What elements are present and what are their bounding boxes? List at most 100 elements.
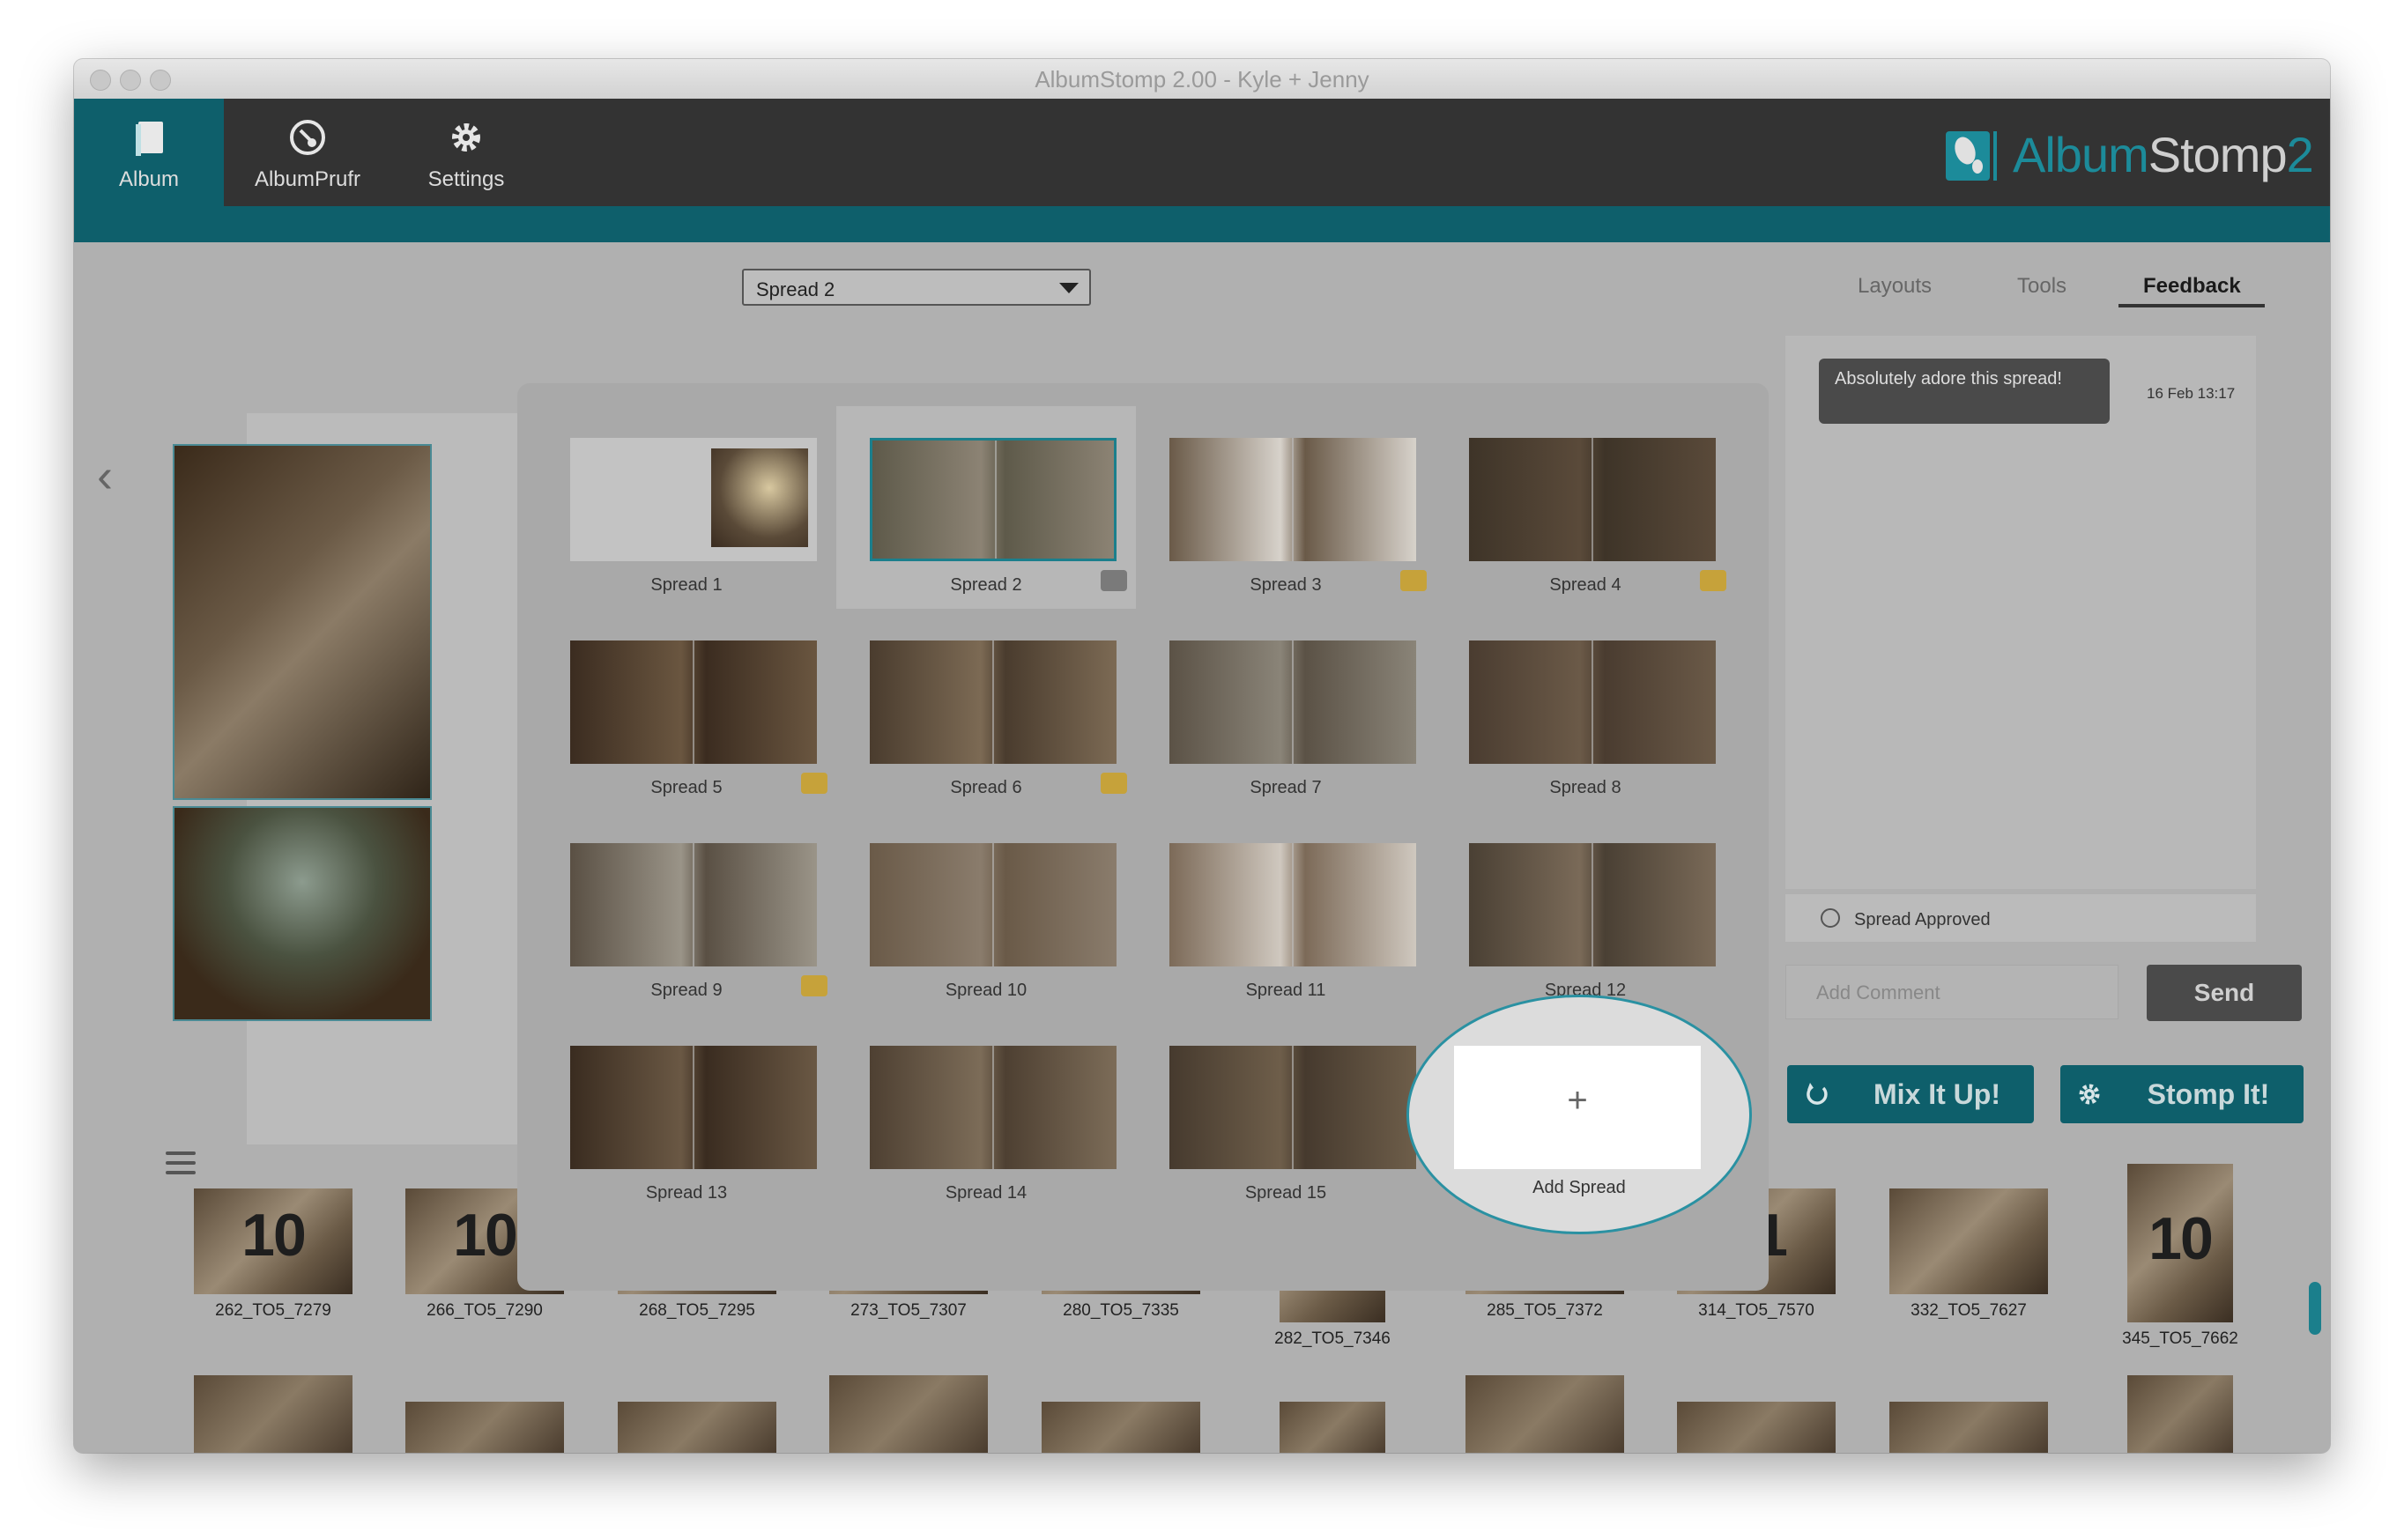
spread-thumbnail[interactable]: Spread 11 [1136,811,1436,1014]
spread-label: Spread 13 [645,1183,728,1203]
tray-filename: 262_TO5_7279 [215,1301,331,1320]
spread-dropdown-value: Spread 2 [756,278,835,300]
spread-thumb-image [870,640,1117,764]
nav-tab-album-label: Album [118,167,180,191]
comment-badge-icon [801,975,827,996]
spread-label: Spread 1 [650,575,723,595]
tray-thumb-image [1889,1188,2048,1294]
spread-thumbnail[interactable]: Spread 4 [1436,406,1735,609]
spread-thumbnail[interactable]: Spread 3 [1136,406,1436,609]
gear-icon [2079,1084,2100,1105]
nav-tab-albumprufr[interactable]: AlbumPrufr [233,99,382,206]
nav-tab-album[interactable]: Album [74,99,224,206]
spread-thumb-image [1169,1046,1416,1169]
spread-thumbnail[interactable]: Spread 7 [1136,609,1436,811]
tab-feedback-underline [2118,304,2265,307]
spread-thumbnail[interactable]: Spread 1 [537,406,836,609]
spread-thumbnail[interactable]: Spread 10 [836,811,1136,1014]
spread-thumb-image [570,843,817,966]
tray-thumbnail[interactable] [1280,1402,1385,1453]
nav-tab-settings-label: Settings [427,167,505,191]
comment-input[interactable]: Add Comment [1785,965,2118,1019]
spread-thumbnail[interactable]: Spread 8 [1436,609,1735,811]
tray-thumbnail[interactable] [1042,1402,1200,1453]
tray-filename: 345_TO5_7662 [2122,1329,2238,1348]
tray-filename: 273_TO5_7307 [850,1301,967,1320]
proofer-icon [233,116,382,160]
send-button[interactable]: Send [2147,965,2302,1021]
tray-usage-count: 10 [2148,1205,2214,1272]
add-spread-button[interactable]: + [1454,1046,1701,1169]
gear-icon [391,116,541,160]
comment-badge-icon [801,773,827,794]
spread-thumbnail[interactable]: Spread 5 [537,609,836,811]
tray-thumbnail[interactable] [194,1375,352,1453]
tray-thumbnail[interactable] [2127,1375,2233,1453]
logo-icon [1946,131,1997,181]
spread-thumbnail[interactable]: Spread 12 [1436,811,1735,1014]
add-spread-label: Add Spread [1532,1178,1626,1197]
window-title: AlbumStomp 2.00 - Kyle + Jenny [1035,66,1369,93]
accent-strip [74,206,2330,242]
spread-label: Spread 9 [650,981,723,1000]
chevron-down-icon [1059,283,1079,293]
spread-thumbnail[interactable]: Spread 15 [1136,1014,1436,1217]
tray-thumbnail[interactable] [1889,1402,2048,1453]
preview-photo-shoes[interactable] [173,444,432,800]
tray-thumbnail[interactable] [618,1402,776,1453]
spread-thumb-image [1169,438,1416,561]
spread-thumb-image [570,1046,817,1169]
preview-photo-bouquet[interactable] [173,806,432,1021]
nav-tab-settings[interactable]: Settings [391,99,541,206]
tray-filename: 266_TO5_7290 [427,1301,543,1320]
tray-thumbnail[interactable] [1465,1375,1624,1453]
comment-timestamp: 16 Feb 13:17 [2147,385,2236,402]
spread-thumbnail[interactable]: Spread 9 [537,811,836,1014]
comment-badge-icon [1400,570,1427,591]
menu-icon[interactable] [166,1151,196,1181]
spread-thumb-image [1469,438,1716,561]
spread-thumb-image [870,438,1117,561]
spread-thumbnail[interactable]: Spread 6 [836,609,1136,811]
spread-thumb-image [1469,640,1716,764]
spread-thumb-image [1469,843,1716,966]
tray-filename: 282_TO5_7346 [1274,1329,1391,1348]
app-window: AlbumStomp 2.00 - Kyle + Jenny Album Alb… [74,59,2330,1453]
stomp-it-button[interactable]: Stomp It! [2060,1065,2304,1123]
tray-thumbnail[interactable] [829,1375,988,1453]
refresh-icon [1807,1083,1828,1105]
app-logo: AlbumStomp2 [1942,121,2314,191]
mix-it-up-label: Mix It Up! [1873,1078,2000,1110]
tray-thumbnail[interactable] [405,1402,564,1453]
tab-feedback[interactable]: Feedback [2143,274,2241,299]
tray-scrollbar[interactable] [2309,1282,2321,1335]
spread-thumb-image [870,1046,1117,1169]
title-bar: AlbumStomp 2.00 - Kyle + Jenny [74,59,2330,100]
tab-layouts[interactable]: Layouts [1858,274,1932,299]
spread-thumb-image [570,640,817,764]
tab-tools[interactable]: Tools [2017,274,2066,299]
spread-thumb-image [870,843,1117,966]
tray-thumbnail[interactable] [1677,1402,1836,1453]
album-icon [74,116,224,160]
spread-thumb-image [570,438,817,561]
spread-label: Spread 5 [650,778,723,797]
mix-it-up-button[interactable]: Mix It Up! [1787,1065,2034,1123]
spread-thumbnail[interactable]: Spread 14 [836,1014,1136,1217]
spread-label: Spread 2 [950,575,1022,595]
spread-dropdown[interactable]: Spread 2 [742,269,1091,306]
logo-text: AlbumStomp2 [2013,127,2314,182]
tray-filename: 280_TO5_7335 [1063,1301,1179,1320]
spread-thumbnail[interactable]: Spread 2 [836,406,1136,609]
spread-label: Spread 10 [945,981,1028,1000]
spread-approved-radio[interactable] [1821,908,1840,928]
spread-thumb-image [1169,843,1416,966]
comment-bubble: Absolutely adore this spread! [1819,359,2110,424]
nav-tab-albumprufr-label: AlbumPrufr [254,167,361,191]
plus-icon: + [1567,1081,1588,1120]
comment-badge-icon [1101,773,1127,794]
spread-thumbnail[interactable]: Spread 13 [537,1014,836,1217]
prev-spread-arrow[interactable]: ‹ [97,448,113,503]
tray-filename: 332_TO5_7627 [1911,1301,2027,1320]
tray-usage-count: 10 [241,1202,307,1269]
